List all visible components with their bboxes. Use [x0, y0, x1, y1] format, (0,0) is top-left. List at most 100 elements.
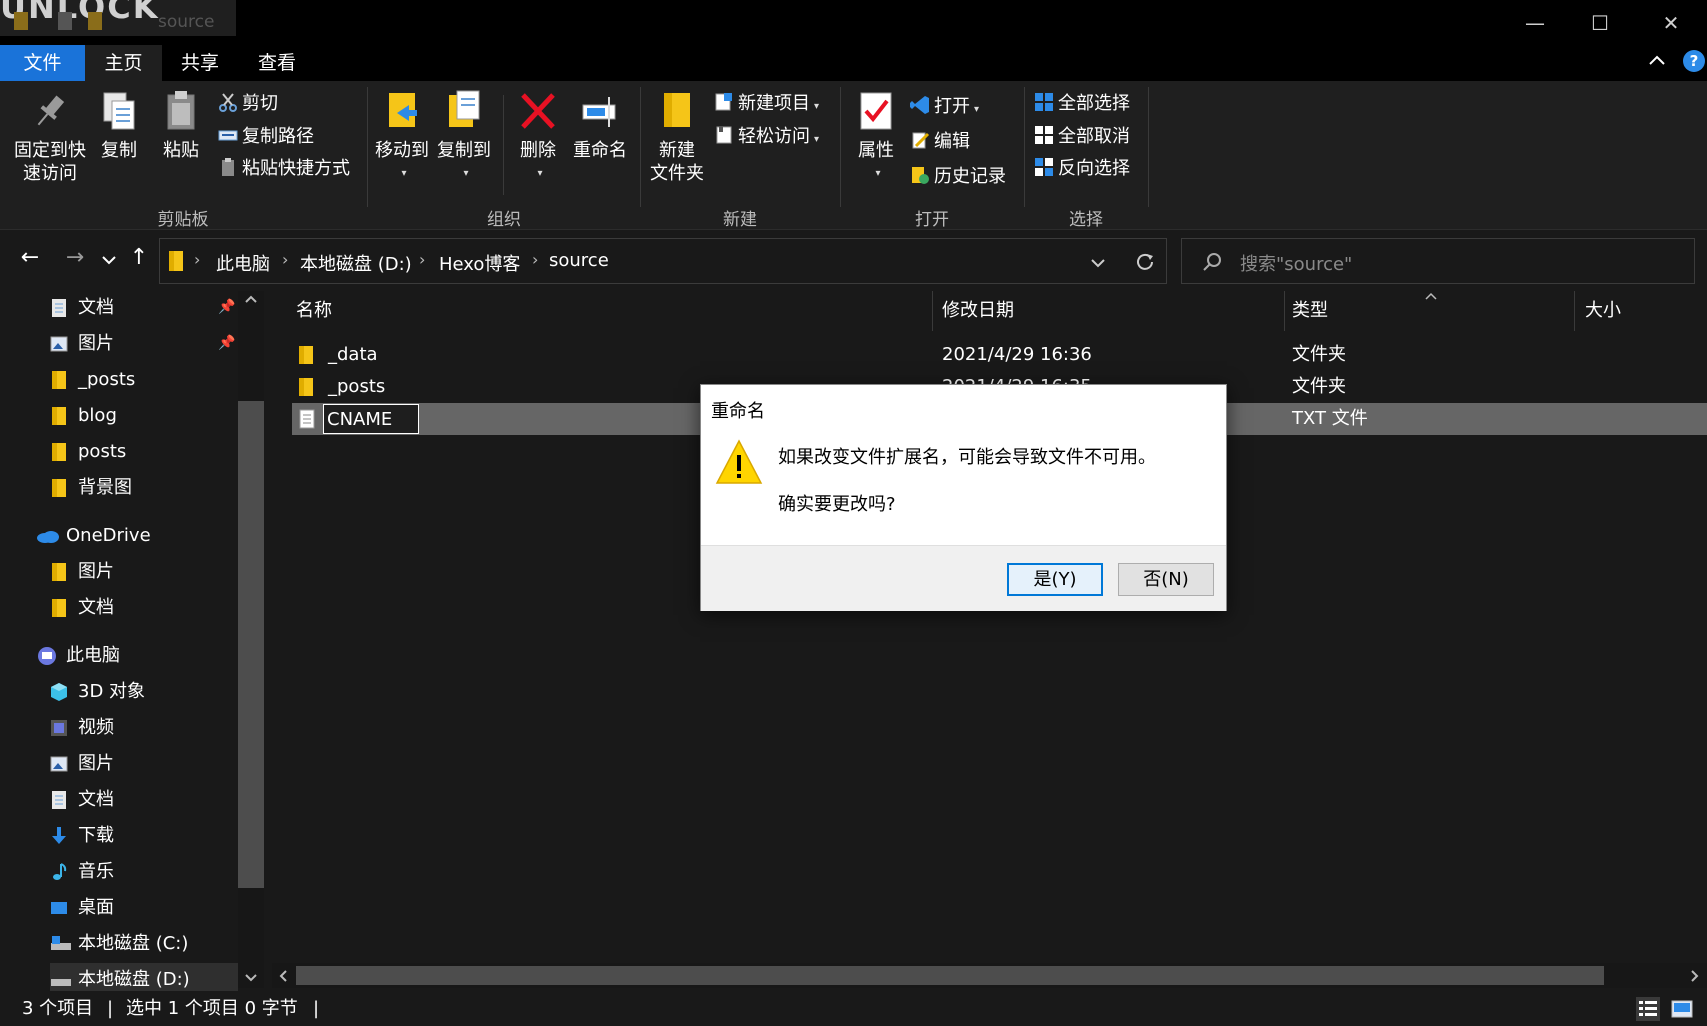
breadcrumb-hexo[interactable]: Hexo博客	[439, 250, 520, 276]
no-button[interactable]: 否(N)	[1118, 563, 1214, 596]
paste-button[interactable]: 粘贴	[156, 89, 206, 162]
tab-file[interactable]: 文件	[0, 45, 85, 81]
column-header-date[interactable]: 修改日期	[942, 291, 1014, 331]
open-button[interactable]: 打开 ▾	[910, 93, 979, 121]
nav-item-this-pc[interactable]: 此电脑	[36, 639, 120, 672]
paste-shortcut-label: 粘贴快捷方式	[242, 158, 350, 179]
file-list-horizontal-scrollbar[interactable]	[272, 963, 1707, 988]
tab-share[interactable]: 共享	[162, 45, 238, 81]
quick-access-properties-icon[interactable]	[58, 12, 72, 30]
folder-icon	[52, 479, 66, 497]
nav-item-posts-2[interactable]: posts	[50, 435, 126, 468]
rename-button[interactable]: 重命名	[568, 89, 632, 162]
copy-to-button[interactable]: 复制到 ▾	[434, 89, 494, 185]
nav-item-downloads[interactable]: 下载	[50, 819, 114, 852]
file-row[interactable]: _data 2021/4/29 16:36 文件夹	[292, 339, 1707, 371]
quick-access-newfolder-icon[interactable]	[88, 12, 102, 30]
move-to-button[interactable]: 移动到 ▾	[372, 89, 432, 185]
nav-item-label: 图片	[78, 333, 114, 354]
back-button[interactable]: ←	[15, 245, 45, 270]
maximize-button[interactable]: ☐	[1585, 8, 1615, 38]
column-separator[interactable]	[932, 291, 933, 331]
nav-item-documents-pinned[interactable]: 文档	[50, 291, 114, 324]
address-dropdown-icon[interactable]	[1090, 257, 1106, 269]
tab-home[interactable]: 主页	[85, 45, 162, 81]
folder-icon	[299, 346, 313, 364]
pin-quick-access-button[interactable]: 固定到快 速访问	[10, 89, 90, 185]
folder-icon	[52, 407, 66, 425]
yes-button[interactable]: 是(Y)	[1007, 563, 1103, 596]
copy-button[interactable]: 复制	[94, 89, 144, 162]
history-button[interactable]: 历史记录	[910, 163, 1006, 191]
nav-item-onedrive[interactable]: OneDrive	[36, 519, 151, 552]
column-header-type[interactable]: 类型	[1292, 291, 1328, 331]
nav-item-pictures[interactable]: 图片	[50, 747, 114, 780]
refresh-icon[interactable]	[1135, 252, 1155, 272]
paste-label: 粘贴	[163, 140, 199, 161]
breadcrumb-drive-d[interactable]: 本地磁盘 (D:)	[300, 250, 412, 276]
column-separator[interactable]	[1574, 291, 1575, 331]
nav-item-onedrive-documents[interactable]: 文档	[50, 591, 114, 624]
organize-group-label: 组织	[487, 210, 521, 230]
delete-button[interactable]: 删除 ▾	[510, 89, 566, 185]
ribbon: 固定到快 速访问 复制 粘贴 剪切 复制路径 粘贴快捷方式 剪贴板 移动到 ▾	[0, 81, 1707, 230]
invert-selection-button[interactable]: 反向选择	[1034, 155, 1130, 183]
scissors-icon	[219, 93, 237, 112]
folder-icon	[52, 599, 66, 617]
cut-button[interactable]: 剪切	[218, 90, 278, 118]
navigation-pane-scrollbar[interactable]	[238, 291, 264, 988]
easy-access-button[interactable]: 轻松访问 ▾	[714, 123, 819, 151]
column-header-size[interactable]: 大小	[1585, 291, 1621, 331]
nav-item-desktop[interactable]: 桌面	[50, 891, 114, 924]
copy-path-button[interactable]: 复制路径	[218, 123, 314, 151]
forward-button[interactable]: →	[60, 245, 90, 270]
properties-icon	[860, 92, 892, 130]
recent-locations-button[interactable]	[94, 247, 124, 272]
nav-item-videos[interactable]: 视频	[50, 711, 114, 744]
breadcrumb-this-pc[interactable]: 此电脑	[216, 250, 270, 276]
tab-view[interactable]: 查看	[238, 45, 316, 81]
paste-shortcut-button[interactable]: 粘贴快捷方式	[218, 155, 350, 183]
select-all-button[interactable]: 全部选择	[1034, 90, 1130, 118]
nav-item-music[interactable]: 音乐	[50, 855, 114, 888]
pin-icon[interactable]: 📌	[218, 335, 235, 351]
nav-item-documents[interactable]: 文档	[50, 783, 114, 816]
help-icon[interactable]: ?	[1683, 50, 1705, 72]
up-button[interactable]: ↑	[124, 245, 154, 270]
easy-access-icon	[716, 126, 732, 144]
address-bar[interactable]: › 此电脑 › 本地磁盘 (D:) › Hexo博客 › source	[159, 238, 1167, 284]
collapse-ribbon-icon[interactable]	[1648, 51, 1666, 72]
scroll-down-icon[interactable]	[244, 972, 258, 986]
copy-to-label: 复制到	[437, 140, 491, 161]
rename-input[interactable]	[323, 404, 419, 434]
close-button[interactable]: ✕	[1656, 8, 1686, 38]
nav-item-blog[interactable]: blog	[50, 399, 117, 432]
column-separator[interactable]	[1284, 291, 1285, 331]
nav-item-backgrounds[interactable]: 背景图	[50, 471, 132, 504]
nav-item-pictures-pinned[interactable]: 图片	[50, 327, 114, 360]
select-none-button[interactable]: 全部取消	[1034, 123, 1130, 151]
minimize-button[interactable]: —	[1520, 8, 1550, 38]
nav-item-onedrive-pictures[interactable]: 图片	[50, 555, 114, 588]
large-icons-view-icon[interactable]	[1670, 997, 1694, 1021]
new-item-button[interactable]: 新建项目 ▾	[714, 90, 819, 118]
scroll-up-icon[interactable]	[244, 293, 258, 307]
edit-button[interactable]: 编辑	[910, 128, 970, 156]
search-box[interactable]: 搜索"source"	[1181, 238, 1695, 284]
quick-access-folder-icon[interactable]	[14, 12, 28, 30]
scrollbar-thumb[interactable]	[238, 401, 264, 888]
scroll-right-icon[interactable]	[1690, 969, 1700, 983]
scrollbar-thumb[interactable]	[296, 966, 1604, 985]
details-view-icon[interactable]	[1636, 997, 1660, 1021]
nav-item-3d-objects[interactable]: 3D 对象	[50, 675, 145, 708]
file-date: 2021/4/29 16:36	[942, 344, 1092, 365]
nav-item-posts[interactable]: _posts	[50, 363, 135, 396]
nav-item-drive-c[interactable]: 本地磁盘 (C:)	[50, 927, 188, 960]
new-folder-button[interactable]: 新建 文件夹	[646, 89, 708, 185]
pin-icon[interactable]: 📌	[218, 299, 235, 315]
column-header-name[interactable]: 名称	[296, 291, 332, 331]
nav-item-label: 图片	[78, 753, 114, 774]
breadcrumb-source[interactable]: source	[549, 250, 609, 271]
properties-button[interactable]: 属性 ▾	[846, 89, 906, 185]
scroll-left-icon[interactable]	[278, 969, 288, 983]
